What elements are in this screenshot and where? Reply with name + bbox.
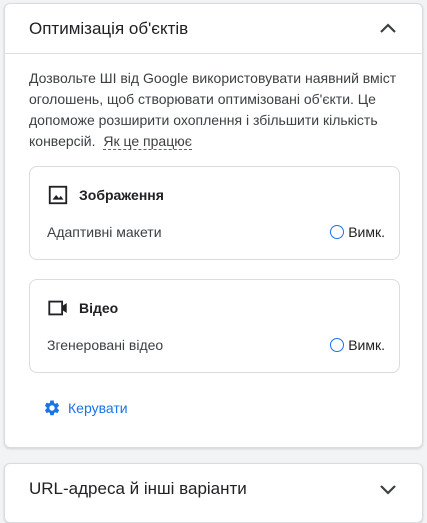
toggle-state: Вимк. — [348, 224, 385, 240]
option-title: Відео — [79, 300, 119, 316]
option-video: Відео Згенеровані відео Вимк. — [29, 279, 400, 373]
card-title: Оптимізація об'єктів — [29, 18, 189, 38]
url-options-header[interactable]: URL-адреса й інші варіанти — [5, 464, 422, 514]
description: Дозвольте ШІ від Google використовувати … — [29, 68, 399, 152]
chevron-down-icon[interactable] — [376, 477, 400, 501]
image-icon — [48, 185, 68, 205]
url-options-card: URL-адреса й інші варіанти — [4, 463, 423, 523]
gear-icon — [45, 400, 60, 416]
toggle-state: Вимк. — [348, 337, 385, 353]
generated-video-toggle[interactable]: Вимк. — [330, 337, 385, 353]
chevron-up-icon[interactable] — [376, 17, 400, 41]
option-setting: Адаптивні макети — [47, 224, 162, 240]
asset-optimization-header[interactable]: Оптимізація об'єктів — [5, 4, 422, 54]
description-text: Дозвольте ШІ від Google використовувати … — [29, 70, 397, 149]
video-camera-icon — [48, 300, 67, 316]
option-images: Зображення Адаптивні макети Вимк. — [29, 166, 400, 260]
off-radio[interactable] — [330, 225, 345, 239]
manage-button[interactable]: Керувати — [43, 399, 128, 417]
option-setting: Згенеровані відео — [47, 337, 164, 353]
responsive-layouts-toggle[interactable]: Вимк. — [330, 224, 385, 240]
asset-optimization-card: Оптимізація об'єктів Дозвольте ШІ від Go… — [4, 3, 423, 448]
card-title: URL-адреса й інші варіанти — [29, 479, 247, 498]
learn-more-link[interactable]: Як це працює — [103, 133, 192, 150]
manage-label: Керувати — [68, 400, 128, 416]
option-title: Зображення — [79, 187, 164, 203]
off-radio[interactable] — [330, 338, 345, 352]
